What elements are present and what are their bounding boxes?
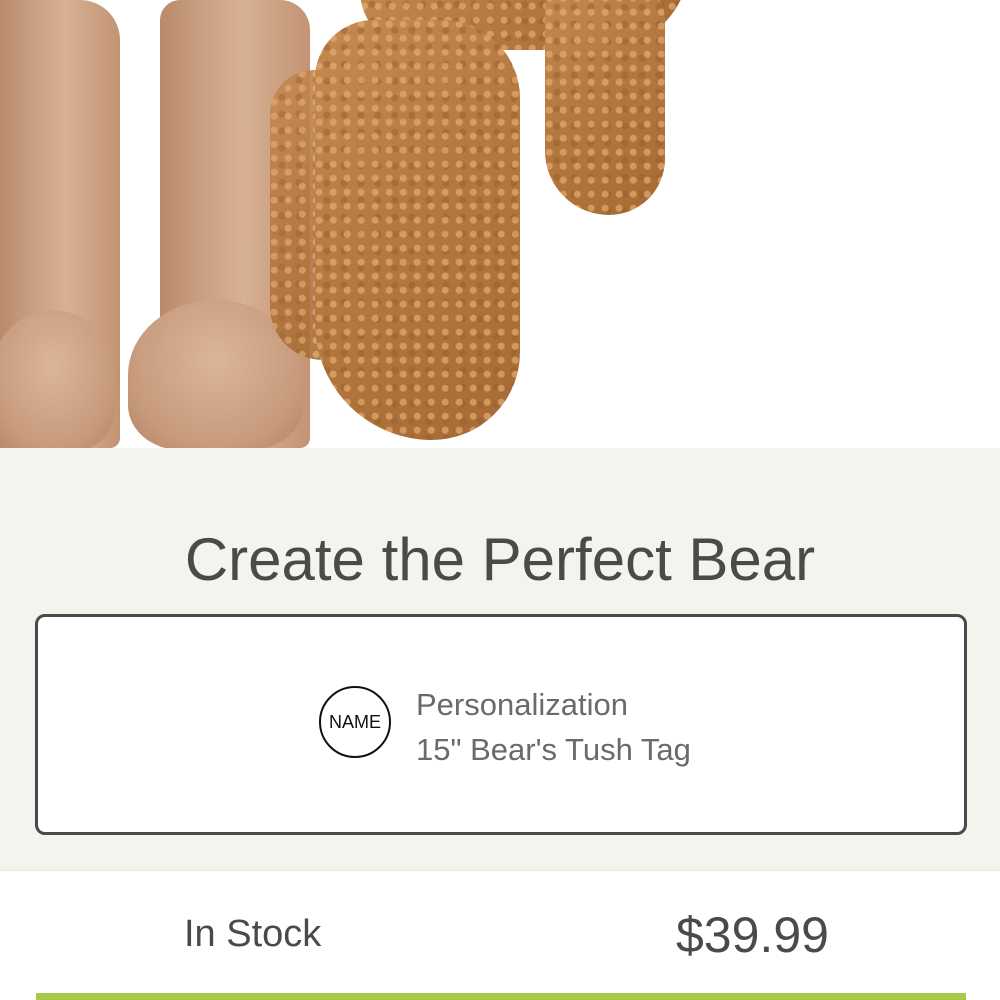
- add-to-cart-button[interactable]: [36, 993, 966, 1000]
- product-page: Create the Perfect Bear NAME Personaliza…: [0, 0, 1000, 1000]
- option-subtitle: 15" Bear's Tush Tag: [416, 732, 691, 767]
- option-title: Personalization: [416, 687, 628, 722]
- name-tag-icon: NAME: [319, 686, 391, 758]
- teddy-bear-arm: [545, 0, 665, 215]
- personalization-option-card[interactable]: NAME Personalization 15" Bear's Tush Tag: [35, 614, 967, 835]
- name-badge-label: NAME: [328, 711, 381, 732]
- section-title: Create the Perfect Bear: [184, 526, 816, 593]
- teddy-bear-leg: [315, 20, 520, 440]
- product-image: [0, 0, 1000, 448]
- price: $39.99: [676, 907, 829, 963]
- purchase-bar: In Stock $39.99: [0, 870, 1000, 1000]
- customize-section: Create the Perfect Bear NAME Personaliza…: [0, 448, 1000, 870]
- stock-status: In Stock: [184, 913, 322, 955]
